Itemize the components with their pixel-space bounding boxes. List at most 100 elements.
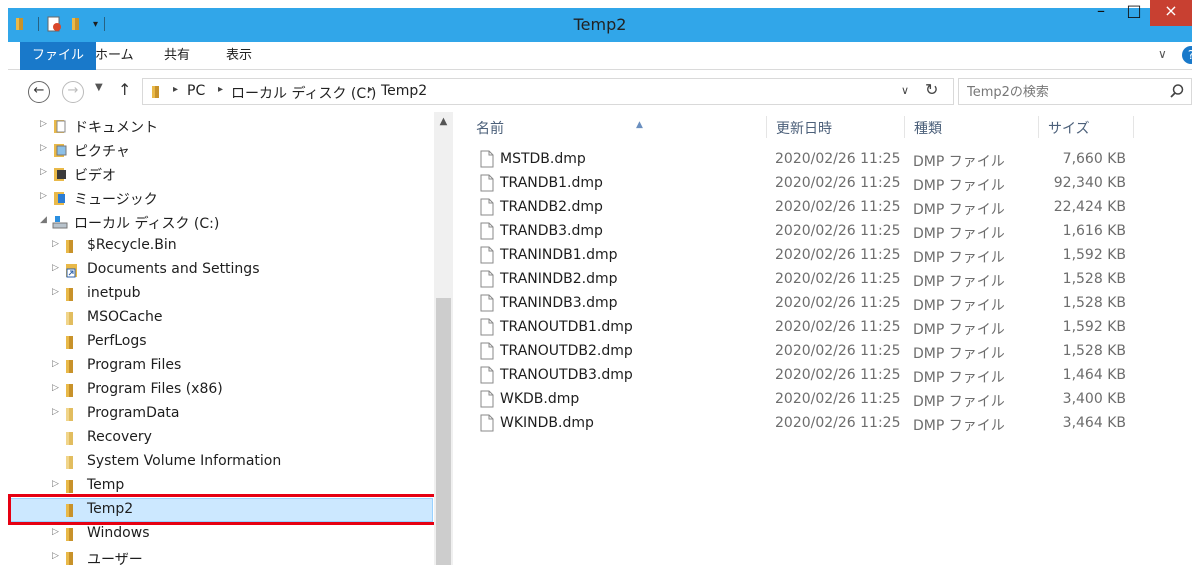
address-dropdown-icon[interactable]: ∨ xyxy=(901,84,909,97)
file-modified-date: 2020/02/26 11:25 xyxy=(775,295,901,311)
breadcrumb-separator[interactable]: ▸ xyxy=(218,84,223,95)
column-separator[interactable] xyxy=(1133,116,1134,138)
tree-item-system-volume-information[interactable]: System Volume Information xyxy=(8,450,433,474)
recent-locations-icon[interactable]: ▼ xyxy=(95,82,103,93)
scrollbar-thumb[interactable] xyxy=(436,298,451,565)
column-header-date[interactable]: 更新日時 xyxy=(776,118,906,144)
file-row[interactable]: TRANOUTDB2.dmp 2020/02/26 11:25 DMP ファイル 1,… xyxy=(474,340,1174,364)
tab-view[interactable]: 表示 xyxy=(214,42,264,70)
up-button[interactable]: ↑ xyxy=(118,80,131,99)
folder-icon xyxy=(66,384,73,397)
close-button[interactable]: × xyxy=(1150,0,1192,26)
breadcrumb-pc[interactable]: PC xyxy=(187,83,205,99)
navigation-pane[interactable]: ▷ ドキュメント ▷ ピクチャ ▷ ビデオ ▷ ミュージック ◢ ローカル ディ… xyxy=(8,112,453,565)
file-list-pane[interactable]: 名前 ▲ 更新日時 種類 サイズ MSTDB.dmp 2020/02/26 11:… xyxy=(454,112,1192,565)
tree-item-label: Windows xyxy=(87,525,150,541)
column-separator[interactable] xyxy=(1038,116,1039,138)
file-type: DMP ファイル xyxy=(913,394,1005,410)
breadcrumb-temp2[interactable]: Temp2 xyxy=(381,83,427,99)
tree-item-videos[interactable]: ▷ ビデオ xyxy=(8,162,433,186)
tree-item-pictures[interactable]: ▷ ピクチャ xyxy=(8,138,433,162)
file-row[interactable]: TRANINDB2.dmp 2020/02/26 11:25 DMP ファイル 1,5… xyxy=(474,268,1174,292)
file-row[interactable]: TRANDB3.dmp 2020/02/26 11:25 DMP ファイル 1,616… xyxy=(474,220,1174,244)
tree-item-programdata[interactable]: ▷ ProgramData xyxy=(8,402,433,426)
expand-arrow-icon[interactable]: ▷ xyxy=(52,263,62,273)
expand-ribbon-icon[interactable]: ∨ xyxy=(1158,47,1167,61)
tree-item-label: MSOCache xyxy=(87,309,163,325)
expand-arrow-icon[interactable]: ▷ xyxy=(52,407,62,417)
file-row[interactable]: WKINDB.dmp 2020/02/26 11:25 DMP ファイル 3,464 … xyxy=(474,412,1174,436)
tree-item-msocache[interactable]: MSOCache xyxy=(8,306,433,330)
scroll-up-icon[interactable]: ▲ xyxy=(434,116,453,127)
expand-arrow-icon[interactable]: ▷ xyxy=(52,551,62,561)
tree-item-recovery[interactable]: Recovery xyxy=(8,426,433,450)
title-bar[interactable]: ▾ Temp2 xyxy=(8,8,1192,42)
refresh-icon[interactable]: ↻ xyxy=(925,80,938,99)
folder-icon xyxy=(66,240,73,253)
address-bar-row: ← → ▼ ↑ ▸ PC ▸ ローカル ディスク (C:) ▸ Temp2 ∨ … xyxy=(8,71,1192,111)
help-icon[interactable]: ? xyxy=(1182,46,1192,64)
maximize-button[interactable]: □ xyxy=(1120,0,1148,26)
file-row[interactable]: TRANOUTDB1.dmp 2020/02/26 11:25 DMP ファイル 1,… xyxy=(474,316,1174,340)
expand-arrow-icon[interactable]: ▷ xyxy=(40,143,50,153)
address-box[interactable]: ▸ PC ▸ ローカル ディスク (C:) ▸ Temp2 ∨ ↻ xyxy=(142,78,954,105)
tree-item-local-disk[interactable]: ◢ ローカル ディスク (C:) xyxy=(8,210,433,234)
column-header-size[interactable]: サイズ xyxy=(1048,118,1128,144)
expand-arrow-icon[interactable]: ▷ xyxy=(52,359,62,369)
tree-item-documents-and-settings[interactable]: ▷ Documents and Settings xyxy=(8,258,433,282)
tree-item-documents[interactable]: ▷ ドキュメント xyxy=(8,114,433,138)
breadcrumb-local-disk[interactable]: ローカル ディスク (C:) xyxy=(231,83,376,103)
breadcrumb-separator[interactable]: ▸ xyxy=(368,84,373,95)
file-row[interactable]: WKDB.dmp 2020/02/26 11:25 DMP ファイル 3,400 KB xyxy=(474,388,1174,412)
tree-item-users[interactable]: ▷ ユーザー xyxy=(8,546,433,565)
file-icon xyxy=(480,390,494,408)
file-icon xyxy=(480,342,494,360)
column-separator[interactable] xyxy=(904,116,905,138)
tab-share[interactable]: 共有 xyxy=(152,42,202,70)
expand-arrow-icon[interactable]: ▷ xyxy=(52,383,62,393)
tree-item-recycle-bin[interactable]: ▷ $Recycle.Bin xyxy=(8,234,433,258)
tree-item-perflogs[interactable]: PerfLogs xyxy=(8,330,433,354)
window-left-margin xyxy=(0,0,8,565)
tree-item-label: Program Files xyxy=(87,357,182,373)
tree-item-label: Documents and Settings xyxy=(87,261,260,277)
expand-arrow-icon[interactable]: ▷ xyxy=(52,287,62,297)
file-row[interactable]: TRANINDB3.dmp 2020/02/26 11:25 DMP ファイル 1,5… xyxy=(474,292,1174,316)
expand-arrow-icon[interactable]: ▷ xyxy=(52,479,62,489)
tree-item-program-files[interactable]: ▷ Program Files xyxy=(8,354,433,378)
file-row[interactable]: TRANOUTDB3.dmp 2020/02/26 11:25 DMP ファイル 1,… xyxy=(474,364,1174,388)
tree-item-label: ミュージック xyxy=(74,192,158,208)
file-name: TRANINDB3.dmp xyxy=(500,295,618,311)
collapse-arrow-icon[interactable]: ◢ xyxy=(40,215,50,225)
tree-item-windows[interactable]: ▷ Windows xyxy=(8,522,433,546)
forward-button[interactable]: → xyxy=(62,81,84,103)
search-box[interactable] xyxy=(958,78,1192,105)
column-header-type[interactable]: 種類 xyxy=(914,118,1034,144)
file-modified-date: 2020/02/26 11:25 xyxy=(775,367,901,383)
file-row[interactable]: MSTDB.dmp 2020/02/26 11:25 DMP ファイル 7,660 K… xyxy=(474,148,1174,172)
file-size: 7,660 KB xyxy=(1062,151,1126,167)
search-icon[interactable] xyxy=(1169,83,1185,99)
tree-item-label: ビデオ xyxy=(74,168,116,184)
tree-item-program-files-x86[interactable]: ▷ Program Files (x86) xyxy=(8,378,433,402)
file-row[interactable]: TRANDB2.dmp 2020/02/26 11:25 DMP ファイル 22,42… xyxy=(474,196,1174,220)
back-button[interactable]: ← xyxy=(28,81,50,103)
file-row[interactable]: TRANDB1.dmp 2020/02/26 11:25 DMP ファイル 92,34… xyxy=(474,172,1174,196)
file-row[interactable]: TRANINDB1.dmp 2020/02/26 11:25 DMP ファイル 1,5… xyxy=(474,244,1174,268)
vertical-scrollbar[interactable]: ▲ xyxy=(434,112,453,565)
breadcrumb-separator[interactable]: ▸ xyxy=(173,84,178,95)
tree-item-music[interactable]: ▷ ミュージック xyxy=(8,186,433,210)
column-header-name[interactable]: 名前 ▲ xyxy=(476,118,766,144)
expand-arrow-icon[interactable]: ▷ xyxy=(40,119,50,129)
file-size: 3,400 KB xyxy=(1062,391,1126,407)
expand-arrow-icon[interactable]: ▷ xyxy=(52,527,62,537)
tree-item-label: ドキュメント xyxy=(74,120,158,136)
search-input[interactable] xyxy=(967,82,1157,102)
expand-arrow-icon[interactable]: ▷ xyxy=(40,191,50,201)
tree-item-inetpub[interactable]: ▷ inetpub xyxy=(8,282,433,306)
minimize-button[interactable]: – xyxy=(1087,0,1115,26)
column-separator[interactable] xyxy=(766,116,767,138)
tab-home[interactable]: ホーム xyxy=(83,42,146,70)
expand-arrow-icon[interactable]: ▷ xyxy=(40,167,50,177)
expand-arrow-icon[interactable]: ▷ xyxy=(52,239,62,249)
